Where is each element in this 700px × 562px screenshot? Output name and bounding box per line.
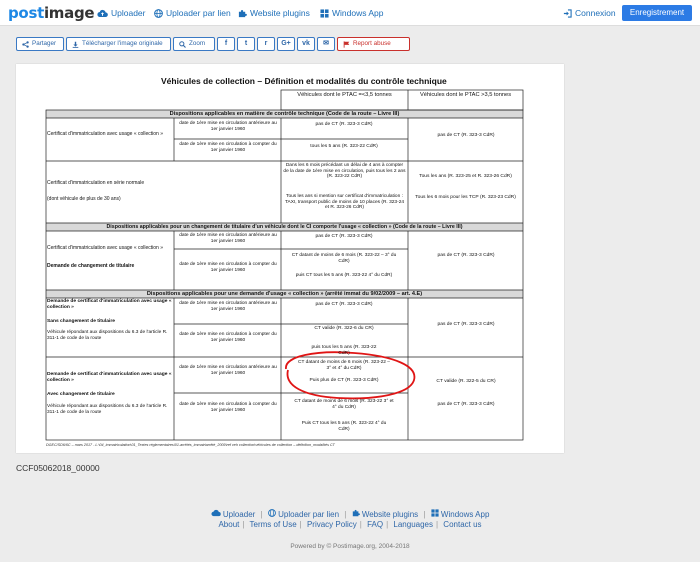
section-title-3: Dispositions applicables pour une demand…	[146, 290, 423, 297]
footer-uploader-par-lien-link[interactable]: Uploader par lien	[267, 509, 341, 519]
footer-terms-link[interactable]: Terms of Use	[250, 520, 297, 529]
download-original-button[interactable]: Télécharger l'image originale	[66, 37, 171, 51]
document-title: Véhicules de collection – Définition et …	[161, 76, 447, 86]
footer-faq-link[interactable]: FAQ	[367, 520, 383, 529]
puzzle-icon	[238, 9, 247, 17]
row4-label2: Sans changement de titulaire	[47, 319, 115, 324]
postimage-logo[interactable]: postimage	[8, 4, 95, 22]
row2-heavy-c2: Tous les 6 mois pour les TCP (R. 323-23 …	[415, 195, 516, 200]
footer-uploader-link[interactable]: Uploader	[211, 509, 258, 519]
zoom-icon	[179, 40, 186, 48]
report-abuse-button[interactable]: Report abuse	[337, 37, 410, 51]
row5-light-c4: Puis CT tous les 5 ans (R. 323-22 4° du …	[301, 421, 387, 432]
row5-light-c2: Puis plus de CT (R. 323-3 CdR)	[309, 378, 379, 383]
row5-light-c3: CT datant de moins de 6 mois (R. 323-22 …	[294, 399, 394, 410]
windows-icon	[320, 8, 329, 18]
puzzle-icon	[352, 509, 360, 517]
row1-label: Certificat d'immatriculation avec usage …	[47, 131, 164, 137]
footer-windows-app-link[interactable]: Windows App	[431, 509, 489, 519]
share-icon	[22, 40, 29, 48]
row4-date-after: date de 1ère mise en circulation à compt…	[179, 332, 277, 343]
col-head-heavy: Véhicules dont le PTAC >3,5 tonnes	[419, 92, 512, 98]
twitter-share-button[interactable]: t	[237, 37, 255, 51]
footer-privacy-link[interactable]: Privacy Policy	[307, 520, 357, 529]
row4-label: Demande de certificat d'immatriculation …	[47, 299, 172, 310]
row2-label2: (dont véhicule de plus de 30 ans)	[47, 196, 121, 202]
nav-uploader[interactable]: Uploader	[97, 8, 146, 18]
vk-share-button[interactable]: vk	[297, 37, 315, 51]
cloud-upload-icon	[97, 9, 108, 17]
top-navbar: postimage Uploader Uploader par lien Web…	[0, 0, 700, 26]
section-title-2: Dispositions applicables pour un changem…	[106, 223, 463, 230]
footer-links-primary: Uploader | Uploader par lien | Website p…	[0, 509, 700, 519]
row5-light-c1: CT datant de moins de 6 mois (R. 323-22 …	[298, 360, 390, 371]
footer-languages-link[interactable]: Languages	[393, 520, 433, 529]
row1-date-before: date de 1ère mise en circulation antérie…	[179, 121, 277, 132]
row5-label2: Avec changement de titulaire	[47, 392, 115, 397]
row5-date-before: date de 1ère mise en circulation antérie…	[179, 365, 277, 376]
login-link[interactable]: Connexion	[563, 8, 616, 18]
row3-date-before: date de 1ère mise en circulation antérie…	[179, 233, 277, 244]
sign-in-icon	[563, 8, 572, 18]
row2-label: Certificat d'immatriculation en série no…	[47, 180, 145, 186]
row3-light-c1: pas de CT (R. 323-3 CdR)	[315, 234, 373, 239]
footer-contact-link[interactable]: Contact us	[443, 520, 481, 529]
section-title-1: Dispositions applicables en matière de c…	[169, 110, 400, 117]
row3-label2: Demande de changement de titulaire	[47, 263, 135, 269]
row1-light-c1: pas de CT (R. 323-3 CdR)	[315, 122, 373, 127]
windows-icon	[431, 509, 439, 517]
footer-about-link[interactable]: About	[218, 520, 239, 529]
zoom-button[interactable]: Zoom	[173, 37, 215, 51]
nav-uploader-par-lien[interactable]: Uploader par lien	[154, 8, 231, 18]
row5-heavy-c1: CT valide (R. 322-5 du CR)	[436, 379, 496, 384]
row3-light-c3: puis CT tous les 5 ans (R. 323-22 4° du …	[295, 273, 393, 278]
nav-windows-app[interactable]: Windows App	[320, 8, 384, 18]
flag-icon	[343, 40, 350, 48]
row4-light-c2: CT valide (R. 322-6 du CR)	[314, 326, 374, 331]
globe-icon	[154, 8, 163, 18]
nav-website-plugins[interactable]: Website plugins	[238, 8, 310, 18]
google-plus-share-button[interactable]: G+	[277, 37, 295, 51]
powered-by-text: Powered by © Postimage.org, 2004-2018	[290, 543, 410, 550]
cloud-upload-icon	[211, 509, 221, 517]
row5-label3: Véhicule répondant aux dispositions du 6…	[47, 404, 168, 415]
download-icon	[72, 41, 79, 48]
share-button[interactable]: Partager	[16, 37, 64, 51]
image-toolbar: Partager Télécharger l'image originale Z…	[16, 37, 410, 51]
uploaded-document-image[interactable]: Véhicules de collection – Définition et …	[16, 64, 564, 453]
footer-website-plugins-link[interactable]: Website plugins	[352, 509, 421, 519]
row4-heavy: pas de CT (R. 323-3 CdR)	[437, 322, 495, 327]
email-share-button[interactable]: ✉	[317, 37, 335, 51]
row4-light-c1: pas de CT (R. 323-3 CdR)	[315, 302, 373, 307]
row3-light-c2: CT datant de moins de 6 mois (R. 323-22 …	[291, 253, 397, 264]
row4-date-before: date de 1ère mise en circulation antérie…	[179, 301, 277, 312]
row1-heavy: pas de CT (R. 323-3 CdR)	[437, 133, 495, 138]
register-button[interactable]: Enregistrement	[622, 5, 692, 21]
row5-label: Demande de certificat d'immatriculation …	[47, 372, 172, 383]
row1-light-c2: tous les 5 ans (R. 323-22 CdR)	[310, 144, 378, 149]
row4-label3: Véhicule répondant aux dispositions du 6…	[47, 330, 168, 341]
row5-date-after: date de 1ère mise en circulation à compt…	[179, 402, 277, 413]
footer-links-secondary: About | Terms of Use | Privacy Policy | FAQ…	[218, 520, 482, 529]
globe-icon	[267, 509, 276, 517]
reddit-share-button[interactable]: r	[257, 37, 275, 51]
row2-light-c1: Dans les 6 mois précédant un délai de 4 …	[283, 163, 406, 180]
col-head-light: Véhicules dont le PTAC =<3,5 tonnes	[297, 92, 392, 98]
row5-heavy-c2: pas de CT (R. 323-3 CdR)	[437, 402, 495, 407]
row2-light-c2: Tous les ans si mention sur certificat d…	[284, 194, 405, 211]
row1-date-after: date de 1ère mise en circulation à compt…	[179, 142, 277, 153]
row3-date-after: date de 1ère mise en circulation à compt…	[179, 262, 277, 273]
image-filename: CCF05062018_00000	[16, 463, 100, 473]
facebook-share-button[interactable]: f	[217, 37, 235, 51]
row2-heavy-c1: Tous les ans (R. 323-25 et R. 323-26 CdR…	[419, 174, 512, 179]
row4-light-c3: puis tous les 5 ans (R. 323-22 CdR)	[311, 345, 377, 356]
row3-heavy: pas de CT (R. 323-3 CdR)	[437, 253, 495, 258]
row3-label: Certificat d'immatriculation avec usage …	[47, 245, 164, 251]
document-footnote: DGEC/SD6/6C – mars 2017 - L:\04_immatric…	[46, 443, 335, 447]
